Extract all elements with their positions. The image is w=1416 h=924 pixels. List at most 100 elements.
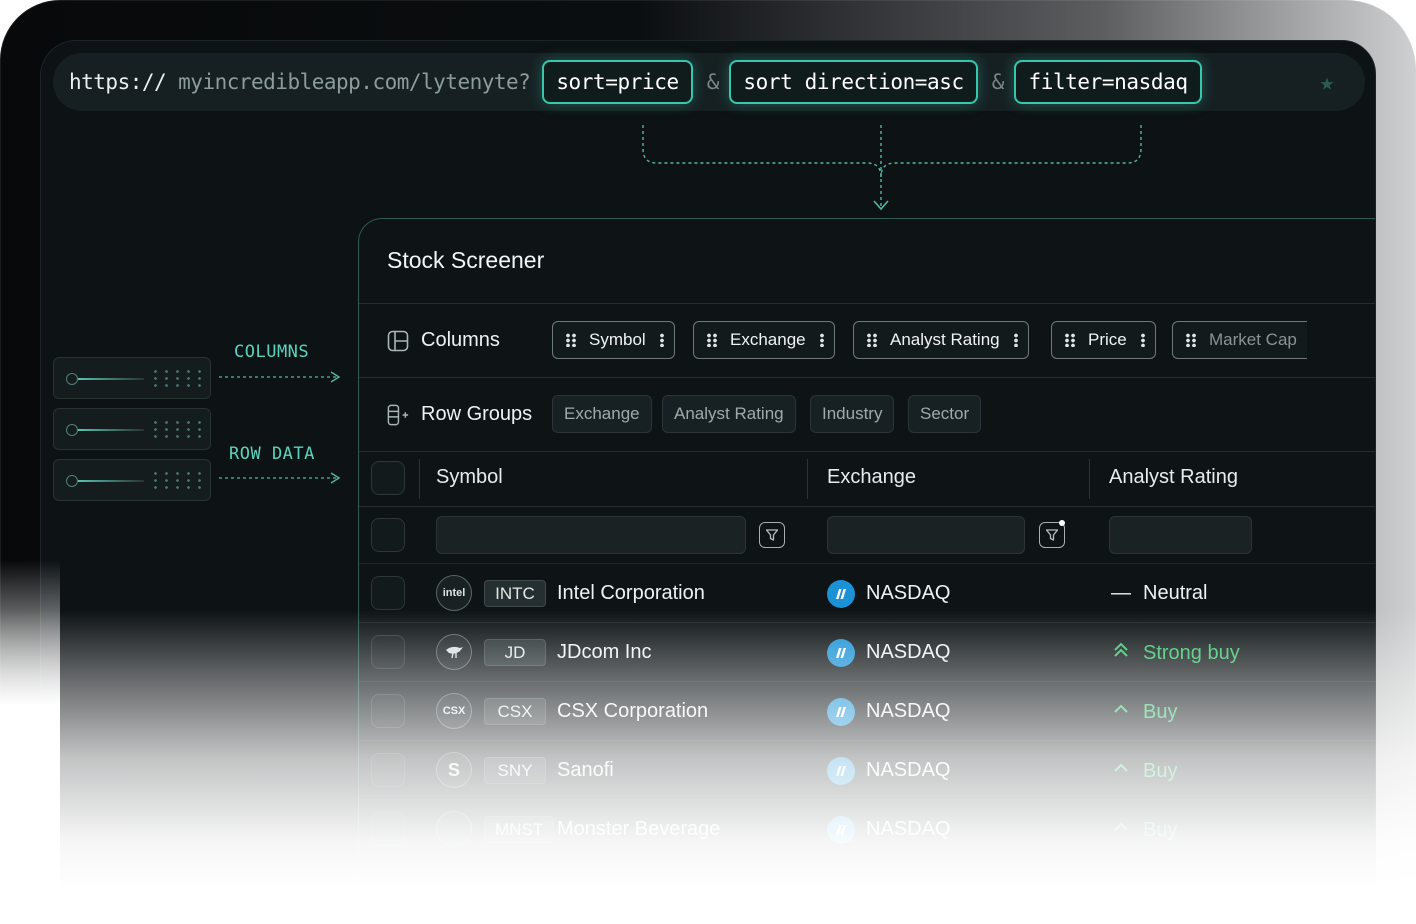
rating-label: Buy	[1143, 700, 1178, 723]
exchange-name: NASDAQ	[866, 759, 951, 781]
ticker-badge: SNY	[484, 757, 546, 784]
stock-screener-panel: Stock Screener Columns Symbol Exchange A…	[358, 218, 1375, 899]
columns-section-label: Columns	[387, 329, 500, 352]
row-groups-label: Row Groups	[421, 403, 533, 425]
drag-handle-icon[interactable]	[1185, 333, 1197, 347]
company-name: CSX Corporation	[557, 700, 709, 722]
row-checkbox[interactable]	[371, 576, 405, 610]
header-symbol[interactable]: Symbol	[436, 466, 503, 489]
company-name: JDcom Inc	[557, 641, 652, 663]
row-checkbox[interactable]	[371, 635, 405, 669]
company-name: Sanofi	[557, 759, 614, 781]
column-chip-label: Symbol	[589, 330, 646, 349]
column-chip-exchange[interactable]: Exchange	[693, 321, 835, 359]
analyst-rating-filter-input[interactable]	[1109, 516, 1252, 554]
drag-handle-icon[interactable]	[565, 333, 577, 347]
company-name: Monster Beverage	[557, 818, 721, 840]
row-groups-section-label: Row Groups	[387, 403, 532, 426]
table-row[interactable]: CSX CSX CSX Corporation NASDAQ Buy	[359, 681, 1375, 740]
company-logo: CSX	[436, 693, 472, 729]
table-row[interactable]: MNST Monster Beverage NASDAQ Buy	[359, 799, 1375, 858]
drag-handle-icon[interactable]	[706, 333, 718, 347]
group-chip-analyst-rating[interactable]: Analyst Rating	[662, 395, 796, 433]
row-groups-icon	[387, 404, 409, 426]
table-row[interactable]: intel INTC Intel Corporation NASDAQ — Neu…	[359, 563, 1375, 622]
server-unit	[53, 357, 211, 399]
more-options-icon[interactable]	[1140, 333, 1145, 347]
group-chip-exchange[interactable]: Exchange	[552, 395, 652, 433]
nasdaq-logo-icon	[827, 757, 855, 785]
app-screen: https:// myincredibleapp.com/lytenyte? s…	[40, 40, 1376, 900]
company-logo: intel	[436, 575, 472, 611]
dash-icon: —	[1111, 582, 1131, 604]
symbol-filter-button[interactable]	[759, 522, 785, 548]
analyst-rating: Strong buy	[1111, 641, 1240, 665]
panel-title: Stock Screener	[387, 247, 545, 273]
divider	[359, 377, 1375, 378]
server-unit	[53, 408, 211, 450]
columns-flow-label: COLUMNS	[234, 342, 310, 362]
filter-funnel-icon	[765, 529, 779, 541]
group-chip-sector[interactable]: Sector	[908, 395, 982, 433]
ticker-badge: INTC	[484, 580, 546, 607]
columns-panel-icon	[387, 330, 409, 352]
column-chip-label: Analyst Rating	[890, 330, 1000, 349]
column-chip-symbol[interactable]: Symbol	[552, 321, 675, 359]
rating-label: Neutral	[1143, 582, 1208, 604]
column-chip-label: Market Cap	[1209, 330, 1297, 349]
table-row[interactable]: S SNY Sanofi NASDAQ Buy	[359, 740, 1375, 799]
chevron-up-icon	[1111, 700, 1131, 724]
exchange-name: NASDAQ	[866, 582, 951, 604]
row-checkbox[interactable]	[371, 694, 405, 728]
row-checkbox[interactable]	[371, 812, 405, 846]
analyst-rating: Buy	[1111, 759, 1177, 783]
column-chip-market-cap[interactable]: Market Cap	[1172, 321, 1307, 359]
company-logo-icon	[436, 811, 472, 847]
double-chevron-up-icon	[1111, 641, 1131, 665]
column-chip-price[interactable]: Price	[1051, 321, 1156, 359]
ticker-badge: JD	[484, 639, 546, 666]
ticker-badge: MNST	[484, 816, 555, 843]
symbol-filter-input[interactable]	[436, 516, 746, 554]
divider	[359, 303, 1375, 304]
rating-label: Buy	[1143, 759, 1178, 782]
exchange-name: NASDAQ	[866, 641, 951, 663]
drag-handle-icon[interactable]	[866, 333, 878, 347]
column-chip-label: Price	[1088, 330, 1127, 349]
ticker-badge: CSX	[484, 698, 546, 725]
columns-label: Columns	[421, 329, 500, 351]
rating-label: Buy	[1143, 818, 1178, 841]
nasdaq-logo-icon	[827, 816, 855, 844]
company-logo: S	[436, 752, 472, 788]
rating-label: Strong buy	[1143, 641, 1240, 664]
drag-handle-icon[interactable]	[1064, 333, 1076, 347]
exchange-filter-input[interactable]	[827, 516, 1025, 554]
group-chip-industry[interactable]: Industry	[810, 395, 895, 433]
row-data-flow-label: ROW DATA	[229, 444, 315, 464]
header-analyst-rating[interactable]: Analyst Rating	[1109, 466, 1238, 489]
more-options-icon[interactable]	[819, 333, 824, 347]
divider	[359, 451, 1375, 452]
nasdaq-logo-icon	[827, 639, 855, 667]
analyst-rating: — Neutral	[1111, 582, 1207, 605]
nasdaq-logo-icon	[827, 580, 855, 608]
more-options-icon[interactable]	[659, 333, 664, 347]
chevron-up-icon	[1111, 818, 1131, 842]
divider	[359, 506, 1375, 507]
filter-row-checkbox[interactable]	[371, 518, 405, 552]
column-chip-label: Exchange	[730, 330, 806, 349]
more-options-icon[interactable]	[1013, 333, 1018, 347]
analyst-rating: Buy	[1111, 700, 1177, 724]
company-logo-bird-icon	[436, 634, 472, 670]
header-exchange[interactable]: Exchange	[827, 466, 916, 489]
table-row[interactable]: JD JDcom Inc NASDAQ Strong buy	[359, 622, 1375, 681]
analyst-rating: Buy	[1111, 818, 1177, 842]
active-filter-indicator	[1059, 520, 1065, 526]
divider	[419, 459, 420, 499]
filter-funnel-icon	[1045, 529, 1059, 541]
exchange-name: NASDAQ	[866, 818, 951, 840]
divider	[807, 459, 808, 499]
row-checkbox[interactable]	[371, 753, 405, 787]
select-all-checkbox[interactable]	[371, 461, 405, 495]
column-chip-analyst-rating[interactable]: Analyst Rating	[853, 321, 1029, 359]
